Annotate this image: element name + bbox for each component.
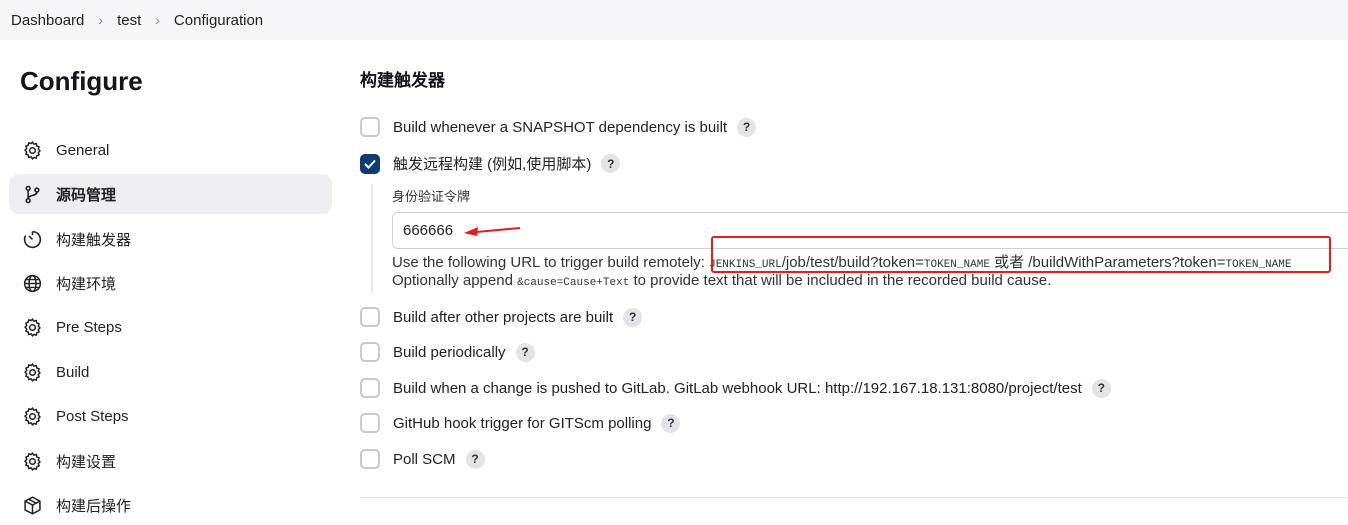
cause-help: Optionally append &cause=Cause+Text to p… bbox=[392, 272, 1052, 289]
sidebar-item-label: 源码管理 bbox=[56, 186, 117, 204]
breadcrumb-configuration[interactable]: Configuration bbox=[174, 12, 263, 29]
remote-url-help: Use the following URL to trigger build r… bbox=[392, 254, 1292, 271]
sidebar-item-post-build[interactable]: 构建后操作 bbox=[9, 485, 332, 525]
trigger-snapshot: Build whenever a SNAPSHOT dependency is … bbox=[360, 117, 757, 137]
trigger-github: GitHub hook trigger for GITScm polling ? bbox=[360, 413, 681, 433]
sidebar-item-label: 构建后操作 bbox=[56, 497, 132, 515]
gear-icon bbox=[21, 139, 43, 161]
annotation-arrow-icon bbox=[464, 227, 521, 236]
check-icon bbox=[364, 159, 376, 169]
trigger-label: Build whenever a SNAPSHOT dependency is … bbox=[393, 118, 728, 136]
timer-icon bbox=[21, 228, 43, 250]
breadcrumb-test[interactable]: test bbox=[117, 12, 141, 29]
after-other-checkbox[interactable] bbox=[360, 307, 380, 327]
nested-section-bar bbox=[371, 184, 373, 292]
help-icon[interactable]: ? bbox=[601, 154, 621, 173]
help-icon[interactable]: ? bbox=[737, 117, 757, 137]
sidebar-item-build-env[interactable]: 构建环境 bbox=[9, 263, 332, 303]
help-icon[interactable]: ? bbox=[661, 413, 681, 433]
periodically-checkbox[interactable] bbox=[360, 342, 380, 362]
help-icon[interactable]: ? bbox=[515, 342, 535, 362]
sidebar-item-build-settings[interactable]: 构建设置 bbox=[9, 441, 332, 481]
sidebar-item-pre-steps[interactable]: Pre Steps bbox=[9, 307, 332, 347]
sidebar-item-label: Build bbox=[56, 363, 90, 381]
sidebar-item-label: Post Steps bbox=[56, 407, 129, 425]
jenkins-url-code: JENKINS_URL bbox=[709, 259, 782, 271]
sidebar-item-build[interactable]: Build bbox=[9, 352, 332, 392]
sidebar-item-label: 构建设置 bbox=[56, 453, 117, 471]
help-icon[interactable]: ? bbox=[623, 307, 643, 327]
trigger-label: GitHub hook trigger for GITScm polling bbox=[393, 414, 652, 432]
token-label: 身份验证令牌 bbox=[392, 189, 471, 204]
github-checkbox[interactable] bbox=[360, 413, 380, 433]
gitlab-checkbox[interactable] bbox=[360, 378, 380, 398]
sidebar-item-label: 构建环境 bbox=[56, 275, 117, 293]
chevron-right-icon: › bbox=[98, 12, 104, 28]
trigger-gitlab: Build when a change is pushed to GitLab.… bbox=[360, 378, 1111, 398]
trigger-poll-scm: Poll SCM ? bbox=[360, 449, 485, 469]
auth-token-input[interactable] bbox=[392, 212, 1348, 249]
trigger-periodically: Build periodically ? bbox=[360, 342, 535, 362]
branch-icon bbox=[21, 183, 43, 205]
gear-icon bbox=[21, 450, 43, 472]
sidebar-item-label: Pre Steps bbox=[56, 318, 122, 336]
poll-scm-checkbox[interactable] bbox=[360, 449, 380, 469]
help-icon[interactable]: ? bbox=[1091, 378, 1111, 398]
help-icon[interactable]: ? bbox=[465, 449, 485, 469]
gear-icon bbox=[21, 316, 43, 338]
section-title: 构建触发器 bbox=[360, 71, 445, 90]
sidebar-item-general[interactable]: General bbox=[9, 130, 332, 170]
trigger-label: Build after other projects are built bbox=[393, 308, 614, 326]
snapshot-checkbox[interactable] bbox=[360, 117, 380, 137]
remote-trigger-checkbox[interactable] bbox=[360, 153, 380, 174]
package-icon bbox=[21, 494, 43, 516]
token-name-code: TOKEN_NAME bbox=[1225, 259, 1292, 271]
sidebar-item-source-control[interactable]: 源码管理 bbox=[9, 174, 332, 214]
trigger-label: Build when a change is pushed to GitLab.… bbox=[393, 379, 1082, 397]
sidebar-item-label: 构建触发器 bbox=[56, 231, 132, 249]
cause-code: &cause=Cause+Text bbox=[517, 277, 630, 289]
section-divider bbox=[360, 497, 1348, 498]
gear-icon bbox=[21, 405, 43, 427]
breadcrumb-dashboard[interactable]: Dashboard bbox=[11, 12, 84, 29]
token-name-code: TOKEN_NAME bbox=[923, 259, 990, 271]
sidebar-item-post-steps[interactable]: Post Steps bbox=[9, 396, 332, 436]
breadcrumb: Dashboard › test › Configuration bbox=[0, 0, 1348, 40]
globe-icon bbox=[21, 272, 43, 294]
sidebar-item-build-triggers[interactable]: 构建触发器 bbox=[9, 219, 332, 259]
trigger-label: Poll SCM bbox=[393, 450, 456, 468]
sidebar-item-label: General bbox=[56, 141, 110, 159]
gear-icon bbox=[21, 361, 43, 383]
trigger-label: Build periodically bbox=[393, 343, 506, 361]
chevron-right-icon: › bbox=[155, 12, 160, 28]
trigger-after-other: Build after other projects are built ? bbox=[360, 307, 643, 327]
trigger-label: 触发远程构建 (例如,使用脚本) bbox=[393, 156, 592, 173]
trigger-remote: 触发远程构建 (例如,使用脚本) ? bbox=[360, 153, 621, 174]
page-title: Configure bbox=[20, 66, 143, 96]
